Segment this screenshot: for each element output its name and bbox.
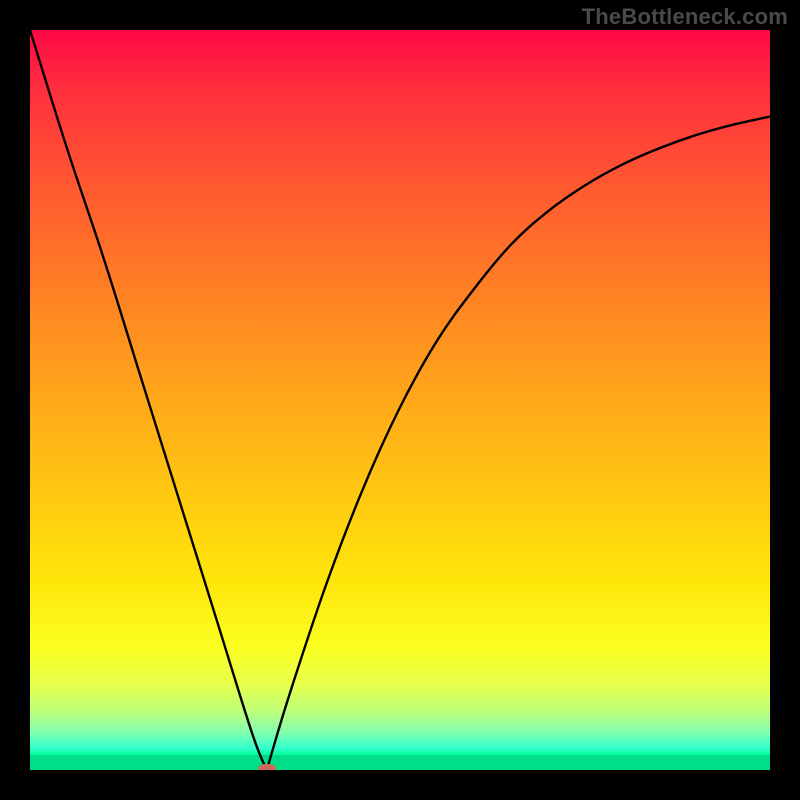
chart-frame: TheBottleneck.com — [0, 0, 800, 800]
plot-area — [30, 30, 770, 770]
curve-left-branch — [30, 30, 267, 770]
bottleneck-curve — [30, 30, 770, 770]
curve-right-branch — [267, 117, 770, 770]
watermark-text: TheBottleneck.com — [582, 4, 788, 30]
minimum-marker — [258, 764, 276, 770]
